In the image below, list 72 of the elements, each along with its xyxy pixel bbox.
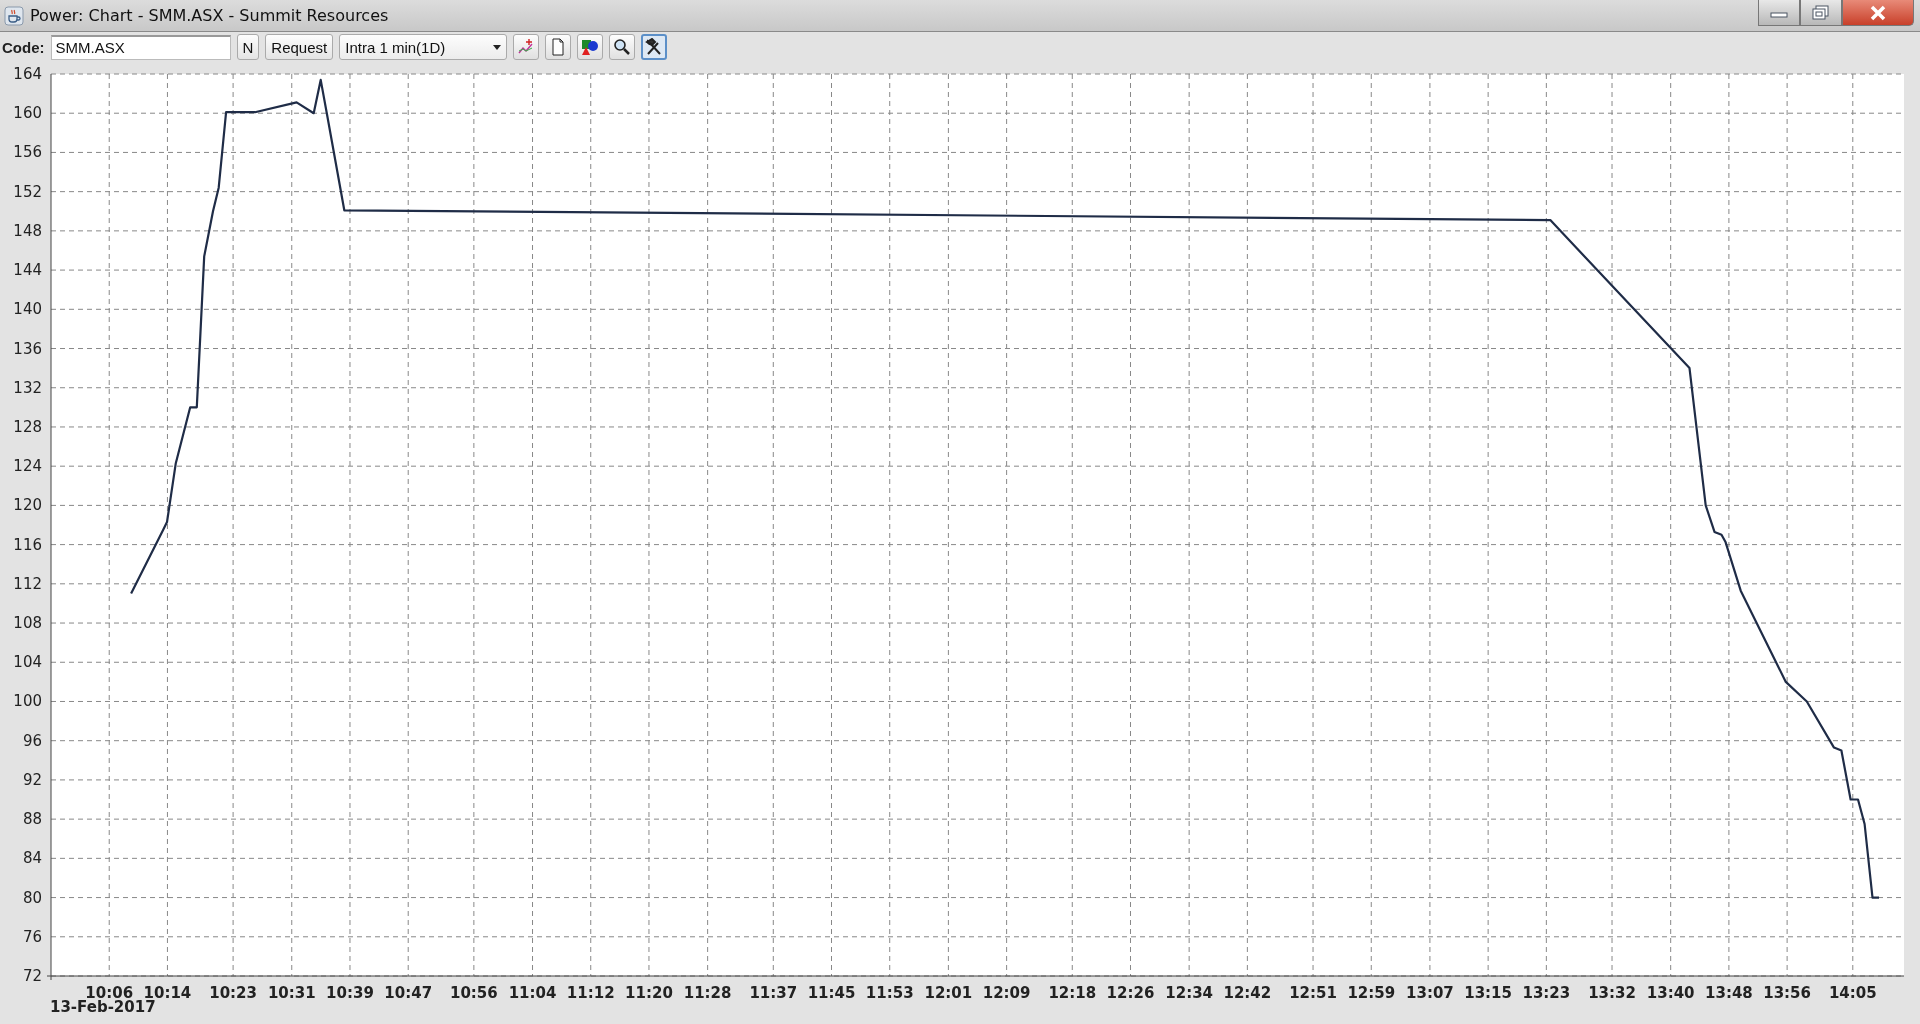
- magnifier-icon: [613, 38, 632, 57]
- x-axis-label: 11:45: [807, 984, 856, 1002]
- y-axis-label: 88: [22, 810, 42, 829]
- x-axis-label: 10:47: [384, 984, 433, 1002]
- x-axis-label: 12:42: [1223, 984, 1272, 1002]
- x-axis-label: 13:56: [1763, 984, 1811, 1002]
- y-axis-label: 96: [22, 731, 42, 750]
- y-axis-label: 124: [13, 457, 42, 476]
- interval-dropdown[interactable]: Intra 1 min(1D): [339, 34, 508, 61]
- y-axis-label: 76: [22, 927, 42, 946]
- x-axis-label: 11:28: [683, 984, 732, 1002]
- y-axis-label: 80: [22, 888, 42, 907]
- y-axis-label: 132: [13, 378, 42, 397]
- toolbar-button[interactable]: Request: [265, 34, 334, 61]
- x-axis-label: 10:39: [326, 984, 374, 1002]
- y-axis-label: 104: [13, 653, 42, 672]
- y-axis-label: 100: [13, 692, 42, 711]
- x-axis-label: 11:04: [508, 984, 557, 1002]
- y-axis-label: 136: [13, 339, 42, 358]
- maximize-button[interactable]: [1800, 0, 1842, 26]
- toolbar-button[interactable]: N: [236, 34, 260, 61]
- close-button[interactable]: [1842, 0, 1914, 26]
- tool-button[interactable]: [609, 34, 636, 61]
- x-axis-label: 13:32: [1588, 984, 1636, 1002]
- x-axis-label: 10:56: [450, 984, 498, 1002]
- hammer-wrench-icon: [645, 38, 664, 57]
- date-label: 13-Feb-2017: [50, 998, 156, 1016]
- tool-button[interactable]: [641, 34, 668, 61]
- x-axis-label: 12:09: [982, 984, 1031, 1002]
- y-axis-label: 156: [13, 143, 42, 162]
- coffee-cup-icon: [4, 5, 24, 26]
- window-title: Power: Chart - SMM.ASX - Summit Resources: [30, 6, 389, 26]
- x-axis-label: 12:59: [1347, 984, 1396, 1002]
- y-axis-label: 72: [22, 967, 42, 985]
- y-axis-label: 140: [13, 300, 42, 319]
- x-axis-label: 12:34: [1165, 984, 1214, 1002]
- tool-button[interactable]: [577, 34, 604, 61]
- x-axis-label: 13:07: [1406, 984, 1454, 1002]
- y-axis-label: 152: [13, 182, 42, 201]
- shapes-icon: [581, 38, 600, 57]
- y-axis-label: 144: [13, 261, 42, 280]
- x-axis-label: 13:40: [1646, 984, 1695, 1002]
- y-axis-label: 108: [13, 614, 42, 633]
- x-axis-label: 11:53: [865, 984, 914, 1002]
- y-axis-label: 148: [13, 221, 42, 240]
- y-axis-label: 164: [13, 65, 42, 83]
- x-axis-label: 11:37: [749, 984, 798, 1002]
- y-axis-label: 120: [13, 496, 42, 515]
- code-label: Code:: [2, 38, 45, 56]
- dropdown-arrow-icon: [493, 44, 502, 50]
- y-axis-label: 116: [13, 535, 42, 554]
- y-axis-label: 128: [13, 417, 42, 436]
- x-axis-label: 13:48: [1705, 984, 1753, 1002]
- x-axis-label: 11:20: [625, 984, 673, 1002]
- x-axis-label: 11:12: [566, 984, 615, 1002]
- x-axis-label: 12:51: [1289, 984, 1337, 1002]
- x-axis-label: 14:05: [1828, 984, 1877, 1002]
- code-field[interactable]: SMM.ASX: [50, 34, 231, 60]
- minimize-button[interactable]: [1758, 0, 1800, 26]
- x-axis-label: 10:31: [267, 984, 316, 1002]
- x-axis-label: 12:26: [1106, 984, 1155, 1002]
- y-axis-label: 112: [13, 574, 42, 593]
- x-axis-label: 13:15: [1464, 984, 1512, 1002]
- x-axis-label: 13:23: [1522, 984, 1571, 1002]
- y-axis-label: 92: [22, 770, 42, 789]
- x-axis-label: 12:18: [1048, 984, 1097, 1002]
- x-axis-label: 12:01: [924, 984, 973, 1002]
- x-axis-label: 10:23: [209, 984, 257, 1002]
- y-axis-label: 84: [22, 849, 42, 868]
- restore-icon: [1812, 4, 1830, 21]
- y-axis-label: 160: [13, 104, 42, 123]
- close-icon: [1869, 4, 1887, 21]
